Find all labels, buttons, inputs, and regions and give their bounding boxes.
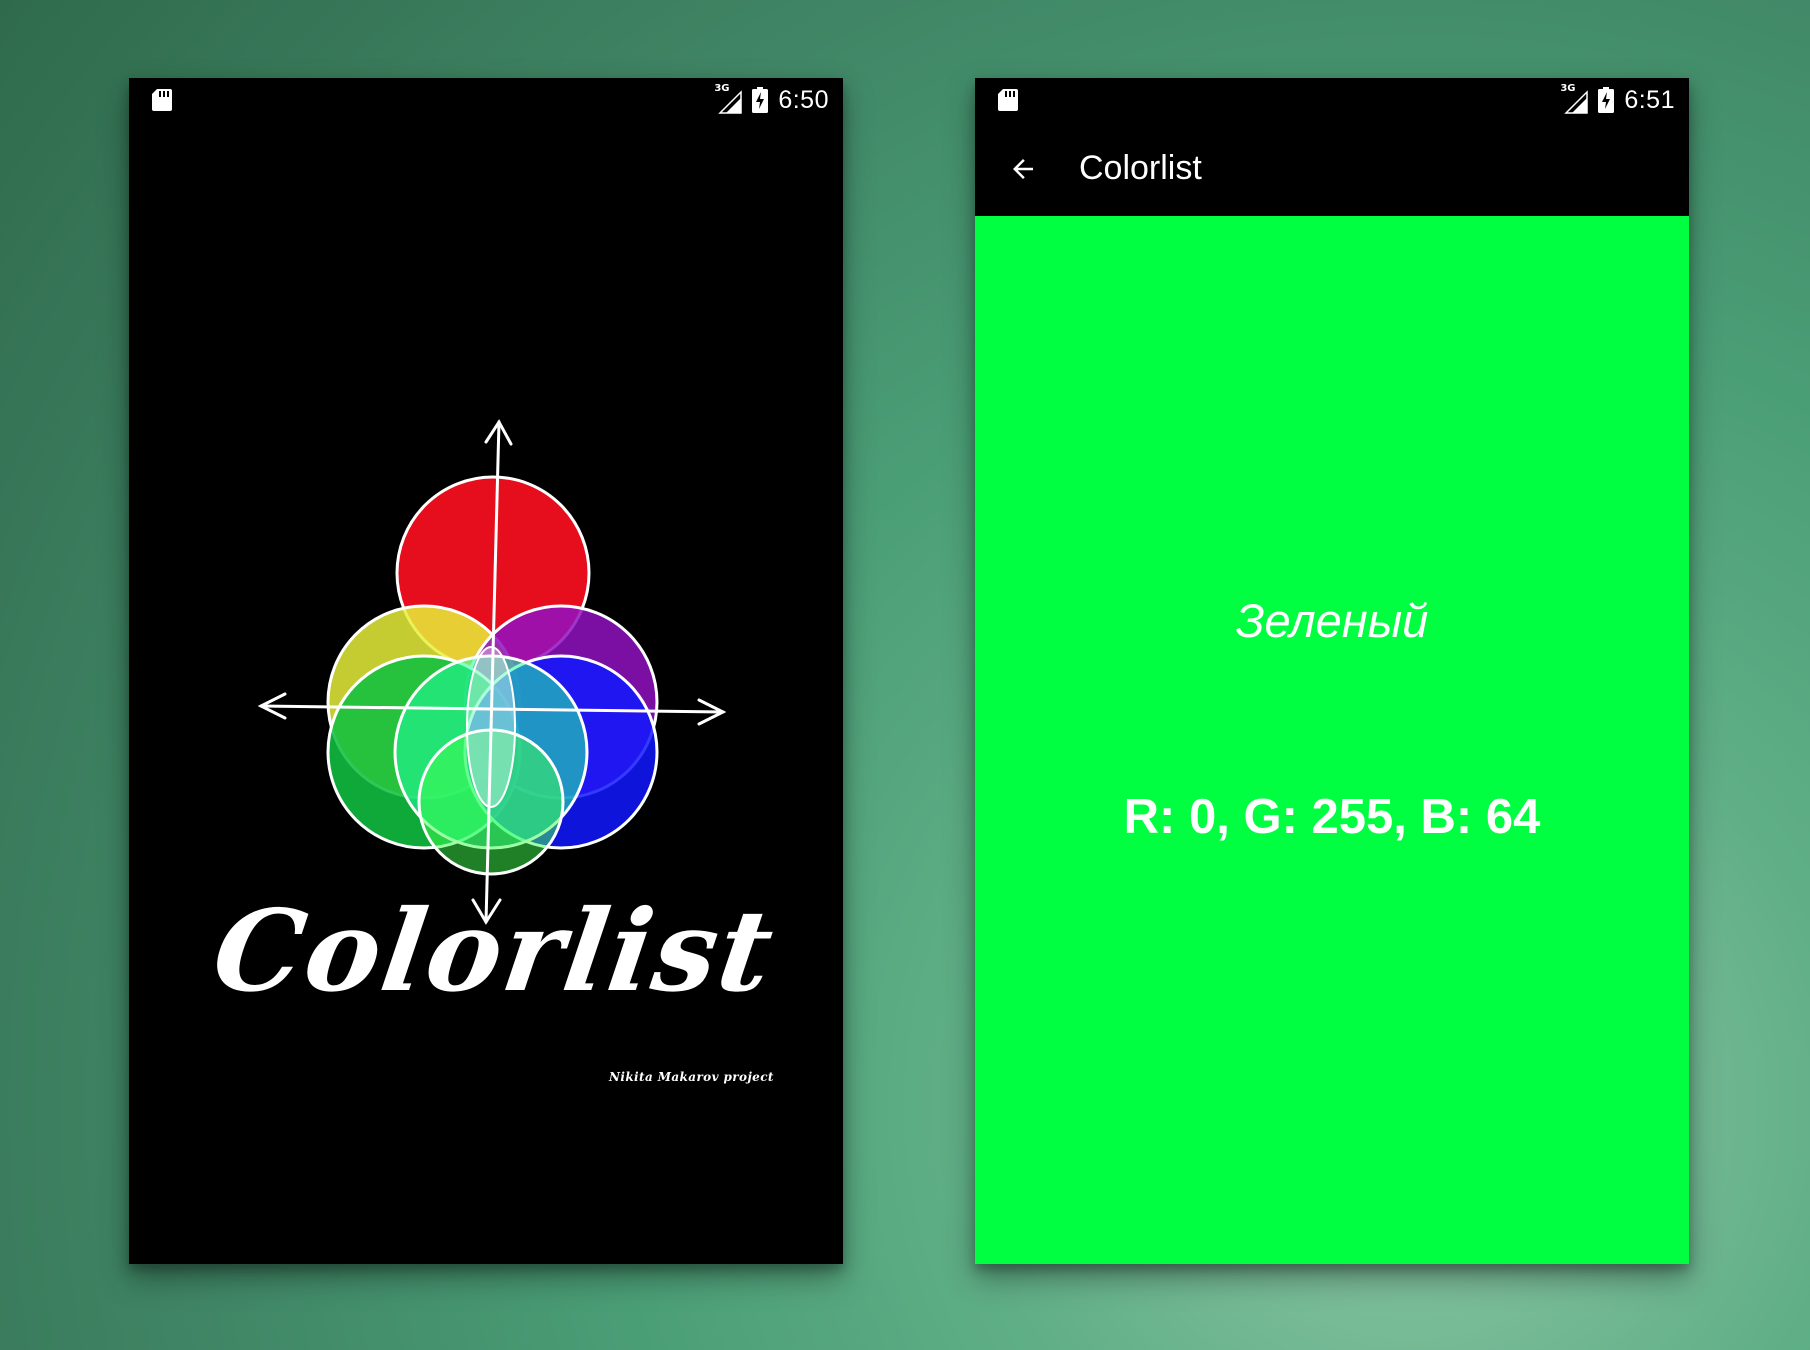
arrow-back-icon — [1013, 159, 1033, 179]
battery-charging-icon — [1598, 87, 1615, 113]
sd-card-icon — [998, 89, 1018, 111]
back-button[interactable] — [1003, 149, 1043, 189]
color-wheel-logo — [257, 419, 727, 925]
app-title: Colorlist — [1079, 149, 1202, 187]
app-bar: Colorlist — [975, 122, 1689, 216]
status-time: 6:50 — [778, 85, 829, 114]
splash-screen: 3G 6:50 Colorlist Nikita Makarov project — [129, 78, 843, 1264]
status-time: 6:51 — [1624, 85, 1675, 114]
status-bar: 3G 6:51 — [975, 78, 1689, 122]
network-type-label: 3G — [1560, 83, 1576, 94]
battery-charging-icon — [752, 87, 769, 113]
logo-wordmark: Colorlist — [205, 886, 783, 1017]
network-type-label: 3G — [714, 83, 730, 94]
color-detail-screen: 3G 6:51 Colorlist Зеленый R: 0, G: 255, … — [975, 78, 1689, 1264]
sd-card-icon — [152, 89, 172, 111]
logo-credit: Nikita Makarov project — [609, 1070, 774, 1084]
signal-icon: 3G — [714, 83, 743, 114]
status-bar: 3G 6:50 — [129, 78, 843, 122]
signal-icon: 3G — [1560, 83, 1589, 114]
color-name: Зеленый — [1235, 594, 1429, 647]
color-rgb-values: R: 0, G: 255, B: 64 — [1123, 790, 1541, 844]
